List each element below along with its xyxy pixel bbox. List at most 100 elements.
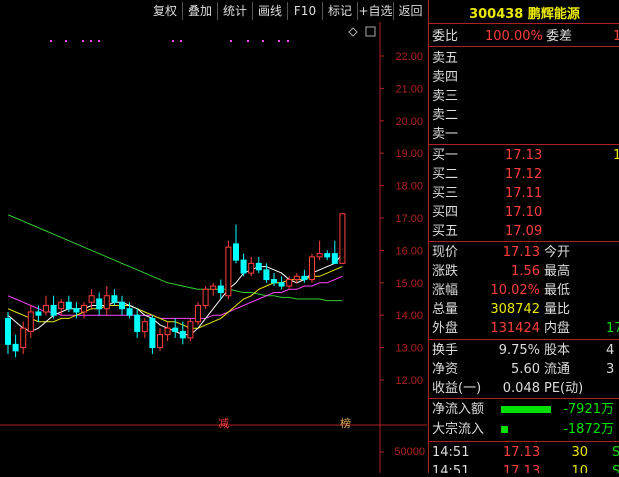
stat-label: 涨幅 <box>432 283 459 298</box>
add-favorite-button[interactable]: +自选 <box>358 2 394 20</box>
overlay-button[interactable]: 叠加 <box>183 2 218 20</box>
candle-body <box>134 314 141 332</box>
fund-flow-row: 净流入额 -7921万 <box>429 400 619 419</box>
stat-value: 308742 <box>490 302 540 317</box>
stat-label: 股本 <box>544 343 571 358</box>
fundamental-row: 净资 5.60 流通 3 <box>429 360 619 379</box>
stat-label: 今开 <box>544 245 571 260</box>
buy-price: 17.09 <box>505 224 543 239</box>
sell-row: 卖一 <box>429 125 619 144</box>
kline-chart[interactable]: 22.00 21.00 20.00 19.00 18.00 17.00 16.00 15.00… <box>0 22 427 473</box>
candle-body <box>103 295 110 310</box>
candle-body <box>309 256 315 281</box>
candle-body <box>324 253 331 258</box>
candle-body <box>43 304 49 313</box>
candle-body <box>27 311 34 332</box>
candlestick-chart-svg[interactable]: 22.00 21.00 20.00 19.00 18.00 17.00 16.00 15.00… <box>0 22 427 473</box>
signal-dot <box>90 40 92 42</box>
buy-price: 17.10 <box>505 205 543 220</box>
tick-price: 17.13 <box>503 445 541 460</box>
sell-row: 卖三 <box>429 87 619 106</box>
price-tick-label: 21.00 <box>395 83 423 95</box>
price-tick-label: 13.00 <box>395 343 423 355</box>
fundamental-row: 换手 9.75% 股本 4 <box>429 341 619 360</box>
candle-body <box>88 295 95 303</box>
ma60-line <box>7 214 343 302</box>
sell-label: 卖五 <box>432 51 459 66</box>
fund-flow-value: -1872万 <box>563 422 614 437</box>
divider <box>429 441 619 442</box>
candle-body <box>293 275 300 281</box>
stat-value: 0.048 <box>502 381 540 396</box>
candle-body <box>50 304 57 316</box>
candle-body <box>217 285 224 294</box>
candle-body <box>5 317 11 345</box>
buy-label: 买五 <box>432 224 459 239</box>
chart-toolbar: 复权 叠加 统计 画线 F10 标记 +自选 返回 <box>0 0 427 22</box>
buy-label: 买二 <box>432 167 459 182</box>
candle-body <box>187 321 194 339</box>
sell-label: 卖一 <box>432 127 459 142</box>
buy-row: 买四 17.10 <box>429 203 619 222</box>
sell-label: 卖四 <box>432 70 459 85</box>
sell-row: 卖五 <box>429 49 619 68</box>
candle-body <box>58 301 65 310</box>
stat-value: 3 <box>606 362 615 377</box>
price-tick-label: 15.00 <box>395 278 423 290</box>
fuquan-button[interactable]: 复权 <box>148 2 183 20</box>
tick-volume: 10 <box>571 464 588 473</box>
stat-label: 净资 <box>432 362 459 377</box>
stat-label: 最高 <box>544 264 571 279</box>
signal-dot <box>287 40 289 42</box>
stat-label: 收益(一) <box>432 381 482 396</box>
price-tick-label: 17.00 <box>395 213 423 225</box>
event-marker-list: 榜 <box>340 416 351 430</box>
candle-body <box>339 213 346 264</box>
candle-body <box>195 304 201 323</box>
tick-price: 17.13 <box>503 464 541 473</box>
stat-label: 量比 <box>544 302 571 317</box>
mark-button[interactable]: 标记 <box>323 2 358 20</box>
stat-row: 涨幅 10.02% 最低 <box>429 281 619 300</box>
sell-row: 卖二 <box>429 106 619 125</box>
buy-label: 买四 <box>432 205 459 220</box>
fund-flow-bar <box>501 406 551 413</box>
candle-body <box>233 243 239 261</box>
stat-label: 总量 <box>432 302 459 317</box>
fund-flow-row: 大宗流入 -1872万 <box>429 420 619 439</box>
candle-body <box>225 246 232 297</box>
stat-value: 5.60 <box>511 362 540 377</box>
tick-side: S <box>612 443 619 462</box>
divider <box>429 23 619 24</box>
stat-label: 最低 <box>544 283 571 298</box>
stat-row: 现价 17.13 今开 <box>429 243 619 262</box>
candle-body <box>248 262 255 274</box>
buy-price: 17.11 <box>505 186 543 201</box>
ma20-line <box>7 275 343 319</box>
stat-label: 流通 <box>544 362 571 377</box>
divider <box>429 46 619 47</box>
price-tick-label: 22.00 <box>395 51 423 63</box>
buy-label: 买一 <box>432 148 459 163</box>
f10-button[interactable]: F10 <box>288 2 323 20</box>
signal-dot <box>65 40 67 42</box>
candle-body <box>141 321 148 332</box>
statistics-button[interactable]: 统计 <box>218 2 253 20</box>
back-button[interactable]: 返回 <box>394 2 427 20</box>
tick-volume: 30 <box>571 445 588 460</box>
signal-dot <box>230 40 232 42</box>
buy-row: 买一 17.13 1 <box>429 146 619 165</box>
buy-row: 买三 17.11 <box>429 184 619 203</box>
candle-body <box>172 327 179 332</box>
stat-value: 4 <box>606 343 615 358</box>
sell-row: 卖四 <box>429 68 619 87</box>
candle-body <box>278 282 285 287</box>
price-tick-label: 18.00 <box>395 181 423 193</box>
draw-line-button[interactable]: 画线 <box>253 2 288 20</box>
signal-dot <box>180 40 182 42</box>
candle-body <box>210 285 217 290</box>
candle-body <box>316 253 323 258</box>
divider <box>429 241 619 242</box>
fundamental-row: 收益(一) 0.048 PE(动) <box>429 379 619 398</box>
tick-side: S <box>612 462 619 473</box>
